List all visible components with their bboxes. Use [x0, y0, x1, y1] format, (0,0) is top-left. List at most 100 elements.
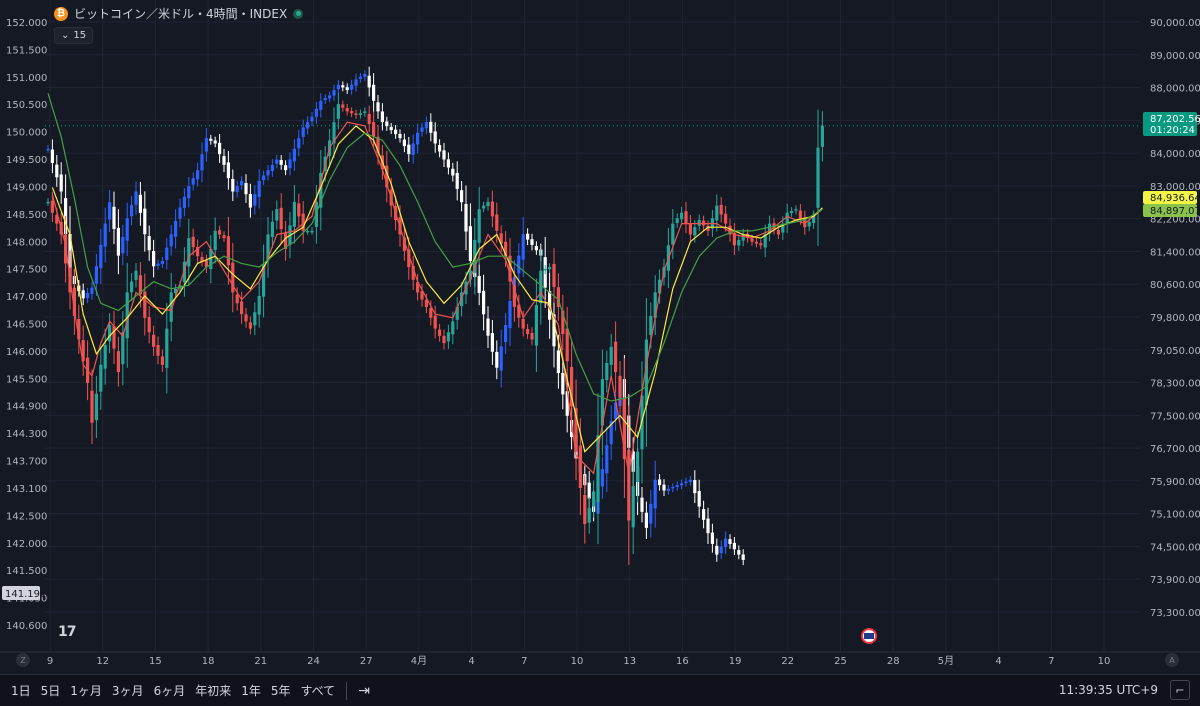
x-axis-tick: 7 — [1048, 656, 1054, 667]
x-axis-tick: 19 — [729, 656, 742, 667]
clock[interactable]: 11:39:35 UTC+9 — [1059, 683, 1158, 697]
btc-candle — [495, 214, 499, 231]
range-5y[interactable]: 5年 — [266, 682, 296, 699]
overlay-candle — [156, 263, 160, 266]
btc-candle — [50, 200, 54, 213]
toolbar-divider — [346, 681, 348, 700]
overlay-candle — [248, 193, 252, 208]
overlay-candle — [468, 226, 472, 261]
overlay-candle — [134, 191, 138, 205]
auto-scale-toggle[interactable]: A — [1165, 653, 1179, 667]
range-1d[interactable]: 1日 — [6, 682, 36, 699]
overlay-candle — [455, 172, 459, 189]
overlay-candle — [737, 550, 741, 555]
overlay-candle — [50, 149, 54, 164]
range-1m[interactable]: 1ヶ月 — [65, 682, 107, 699]
overlay-candle — [235, 186, 239, 193]
overlay-candle — [486, 318, 490, 336]
left-axis-tick: 151.500 — [6, 45, 47, 56]
overlay-candle — [688, 479, 692, 482]
overlay-candle — [319, 100, 323, 110]
btc-candle — [372, 122, 376, 137]
overlay-candle — [284, 165, 288, 171]
overlay-candle — [671, 486, 675, 489]
btc-candle — [715, 205, 719, 221]
btc-candle — [345, 108, 349, 112]
overlay-candle — [169, 234, 173, 247]
overlay-candle — [147, 236, 151, 251]
overlay-candle — [354, 79, 358, 86]
x-axis-tick: 18 — [202, 656, 215, 667]
left-axis-tick: 146.500 — [6, 320, 47, 331]
overlay-candle — [446, 159, 450, 168]
overlay-candle — [556, 350, 560, 374]
range-ytd[interactable]: 年初来 — [190, 682, 236, 699]
date-range-icon[interactable]: ⇥ — [353, 683, 375, 699]
btc-candle — [820, 125, 824, 147]
btc-candle — [248, 322, 252, 329]
right-axis-tick: 88,000.00 — [1150, 84, 1200, 95]
overlay-candle — [204, 138, 208, 152]
overlay-candle — [407, 144, 411, 155]
overlay-candle — [442, 150, 446, 160]
overlay-candle — [178, 207, 182, 219]
btc-candle — [675, 218, 679, 223]
btc-candle — [719, 204, 723, 215]
price-chart[interactable]: 90,000.0089,000.0088,000.0086,000.0084,0… — [0, 0, 1200, 674]
overlay-candle — [490, 333, 494, 352]
overlay-candle — [385, 121, 389, 127]
x-axis-tick: 27 — [360, 656, 373, 667]
x-axis-tick: 24 — [307, 656, 320, 667]
x-axis-tick: 4 — [468, 656, 474, 667]
btc-candle — [565, 328, 569, 362]
ma2-price-label-text: 84,897.07 — [1150, 206, 1200, 217]
btc-candle — [363, 111, 367, 113]
btc-candle — [790, 210, 794, 213]
overlay-candle — [165, 247, 169, 260]
overlay-candle — [314, 108, 318, 117]
overlay-candle — [191, 178, 195, 185]
overlay-candle — [266, 170, 270, 176]
btc-candle — [724, 213, 728, 224]
right-axis-tick: 75,100.00 — [1150, 510, 1200, 521]
bitcoin-icon: ₿ — [54, 6, 68, 21]
overlay-candle — [94, 266, 98, 284]
btc-candle — [121, 332, 125, 365]
x-axis-tick: 4 — [995, 656, 1001, 667]
overlay-candle — [504, 325, 508, 343]
btc-candle — [552, 263, 556, 287]
right-axis-tick: 73,900.00 — [1150, 575, 1200, 586]
overlay-candle — [424, 122, 428, 129]
overlay-candle — [517, 255, 521, 274]
range-1y[interactable]: 1年 — [236, 682, 266, 699]
overlay-candle — [521, 234, 525, 260]
range-3m[interactable]: 3ヶ月 — [107, 682, 149, 699]
overlay-candle — [526, 233, 530, 240]
btc-candle — [341, 104, 345, 108]
btc-candle — [521, 318, 525, 329]
btc-candle — [165, 328, 169, 368]
btc-candle — [451, 321, 455, 335]
range-all[interactable]: すべて — [296, 682, 341, 699]
btc-candle — [442, 335, 446, 344]
z-axis-toggle[interactable]: Z — [16, 653, 30, 667]
btc-candle — [697, 220, 701, 226]
btc-candle — [490, 201, 494, 217]
x-axis-tick: 10 — [571, 656, 584, 667]
btc-candle — [429, 308, 433, 318]
chart-legend[interactable]: ₿ ビットコイン／米ドル・4時間・INDEX — [54, 5, 304, 22]
btc-candle — [226, 236, 230, 266]
btc-candle — [90, 390, 94, 423]
btc-candle — [147, 317, 151, 333]
range-5d[interactable]: 5日 — [36, 682, 66, 699]
btc-candle — [446, 332, 450, 342]
x-axis-tick: 16 — [676, 656, 689, 667]
btc-candle — [222, 235, 226, 239]
overlay-candle — [495, 351, 499, 368]
x-axis: 9 12 15 18 21 24 27 4月 4 7 10 13 16 19 22 25 28 5月 4 7 10 — [47, 655, 1111, 667]
overlay-candle — [240, 180, 244, 186]
overlay-candle — [226, 162, 230, 179]
maximize-icon[interactable]: ⌐ — [1170, 680, 1190, 700]
indicators-toggle[interactable]: ⌄ 15 — [54, 27, 94, 44]
range-6m[interactable]: 6ヶ月 — [149, 682, 191, 699]
